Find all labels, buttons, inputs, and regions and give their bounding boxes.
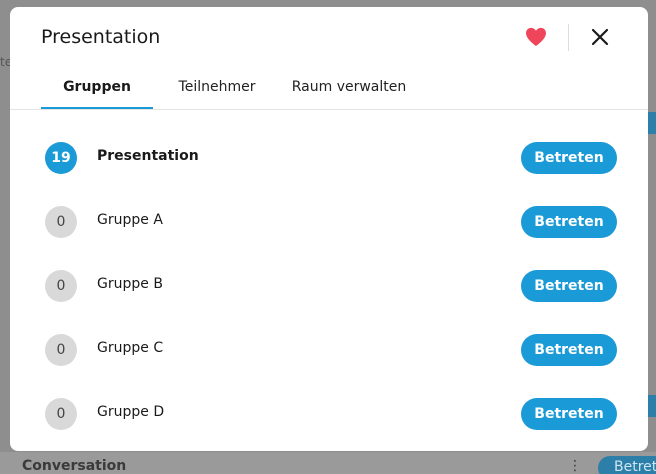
background-join-button: Betret xyxy=(598,456,656,474)
participant-count-badge: 19 xyxy=(45,142,77,174)
group-row-gruppe-d: 0 Gruppe D Betreten xyxy=(10,390,648,438)
header-divider xyxy=(568,24,569,51)
participant-count-badge: 0 xyxy=(45,334,77,366)
background-button-edge xyxy=(648,395,656,417)
group-name: Gruppe D xyxy=(97,404,165,420)
background-button-edge xyxy=(648,112,656,134)
join-button-gruppe-a[interactable]: Betreten xyxy=(521,206,617,238)
join-button-gruppe-c[interactable]: Betreten xyxy=(521,334,617,366)
group-name: Presentation xyxy=(97,148,199,164)
tabs-divider xyxy=(10,109,648,110)
group-name: Gruppe C xyxy=(97,340,164,356)
group-name: Gruppe B xyxy=(97,276,163,292)
heart-icon[interactable] xyxy=(525,27,547,47)
join-button-gruppe-d[interactable]: Betreten xyxy=(521,398,617,430)
tab-bar: Gruppen Teilnehmer Raum verwalten xyxy=(41,79,641,109)
tab-label: Raum verwalten xyxy=(291,79,407,95)
tab-gruppen[interactable]: Gruppen xyxy=(41,79,153,109)
participant-count-badge: 0 xyxy=(45,206,77,238)
participant-count-badge: 0 xyxy=(45,270,77,302)
group-row-gruppe-c: 0 Gruppe C Betreten xyxy=(10,326,648,374)
tab-label: Teilnehmer xyxy=(178,79,256,95)
join-button-presentation[interactable]: Betreten xyxy=(521,142,617,174)
background-item-title: Conversation xyxy=(22,458,127,474)
tab-raum-verwalten[interactable]: Raum verwalten xyxy=(291,79,407,109)
tab-label: Gruppen xyxy=(63,79,131,95)
group-row-gruppe-a: 0 Gruppe A Betreten xyxy=(10,198,648,246)
group-name: Gruppe A xyxy=(97,212,163,228)
background-more-icon: ⋮ xyxy=(568,458,582,474)
group-row-gruppe-b: 0 Gruppe B Betreten xyxy=(10,262,648,310)
tab-teilnehmer[interactable]: Teilnehmer xyxy=(169,79,265,109)
group-row-presentation: 19 Presentation Betreten xyxy=(10,134,648,182)
dialog-title: Presentation xyxy=(41,26,161,48)
room-dialog: Presentation Gruppen Teilnehmer Raum ver… xyxy=(10,7,648,451)
participant-count-badge: 0 xyxy=(45,398,77,430)
join-button-gruppe-b[interactable]: Betreten xyxy=(521,270,617,302)
close-icon[interactable] xyxy=(591,28,609,46)
